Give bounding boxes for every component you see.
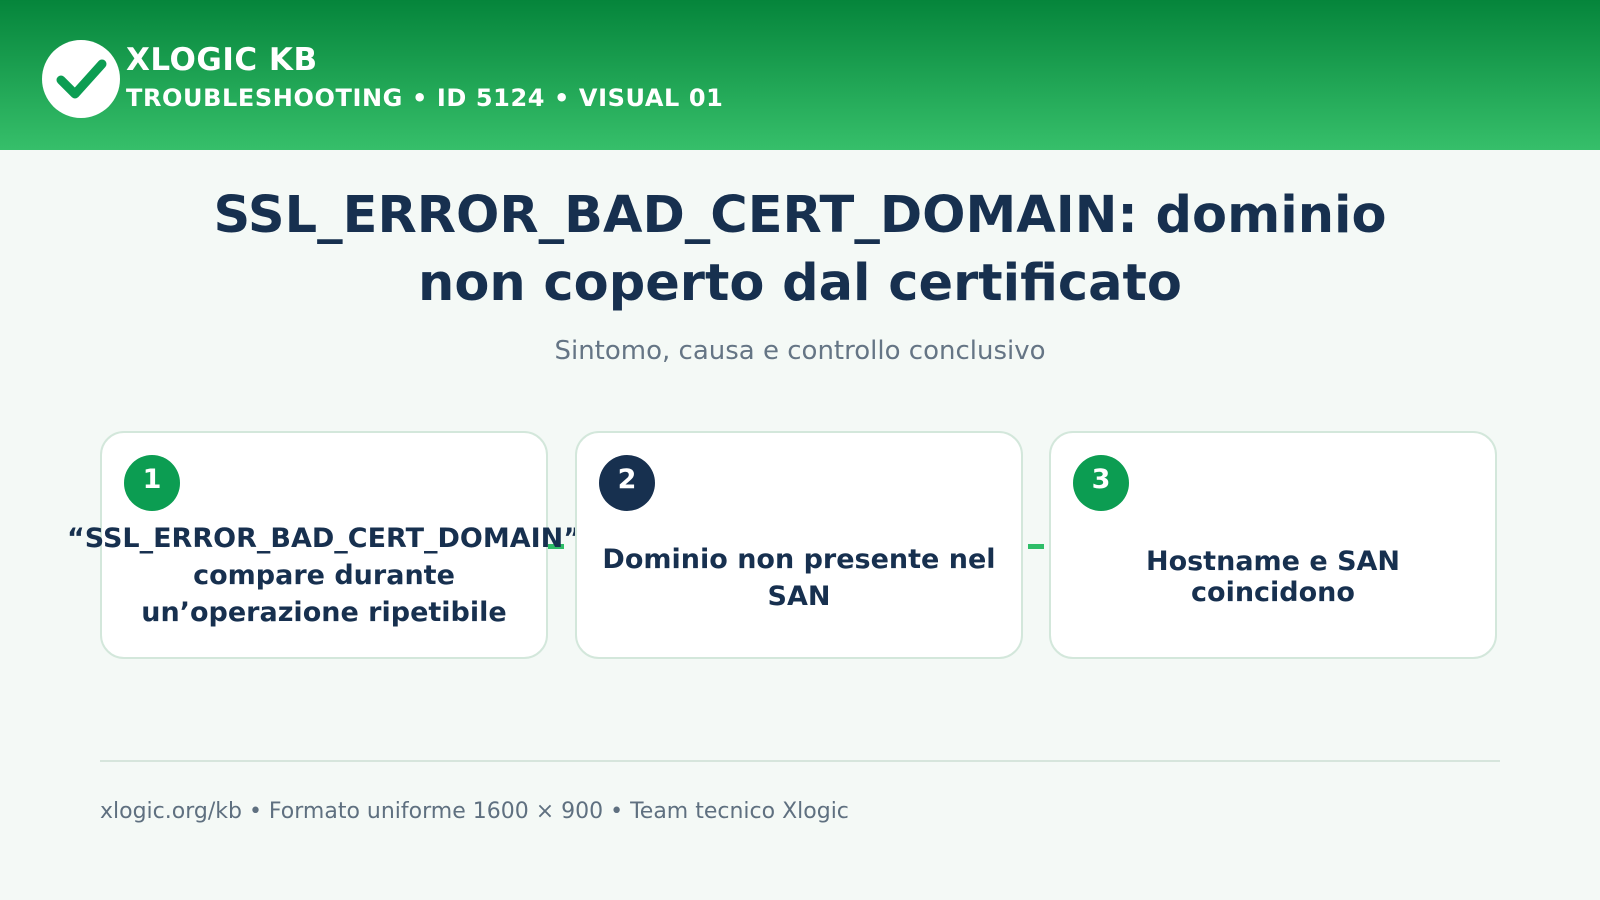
page-title-line-1: SSL_ERROR_BAD_CERT_DOMAIN: dominio: [213, 186, 1387, 245]
step-number-badge: 2: [599, 455, 655, 511]
step-text-line: coincidono: [1191, 577, 1355, 608]
step-number-badge: 3: [1073, 455, 1129, 511]
step-text-line: un’operazione ripetibile: [141, 597, 507, 628]
step-text-line: compare durante: [193, 560, 455, 591]
step-card-text: “SSL_ERROR_BAD_CERT_DOMAIN” compare dura…: [62, 520, 586, 631]
page-subtitle: Sintomo, causa e controllo conclusivo: [554, 336, 1046, 366]
step-text-line: “SSL_ERROR_BAD_CERT_DOMAIN”: [66, 523, 582, 554]
step-card-2: 2 Dominio non presente nel SAN: [575, 431, 1023, 659]
step-number-badge: 1: [124, 455, 180, 511]
step-text-line: SAN: [767, 581, 831, 612]
brand-subtitle: TROUBLESHOOTING • ID 5124 • VISUAL 01: [126, 84, 724, 112]
step-text-line: Dominio non presente nel: [602, 544, 996, 575]
page-title: SSL_ERROR_BAD_CERT_DOMAIN: dominio non c…: [100, 182, 1500, 318]
step-card-text: Hostname e SAN coincidono: [1011, 546, 1535, 608]
footer-text: xlogic.org/kb • Formato uniforme 1600 × …: [100, 799, 849, 824]
step-text-line: Hostname e SAN: [1145, 546, 1401, 577]
logo-badge: [42, 40, 120, 118]
step-card-1: 1 “SSL_ERROR_BAD_CERT_DOMAIN” compare du…: [67, 431, 581, 659]
page-title-line-2: non coperto dal certificato: [418, 254, 1182, 313]
header-banner: XLOGIC KB TROUBLESHOOTING • ID 5124 • VI…: [0, 0, 1600, 150]
brand-name: XLOGIC KB: [126, 42, 318, 78]
footer-divider: [100, 760, 1500, 762]
step-card-3: 3 Hostname e SAN coincidono: [1049, 431, 1497, 659]
step-card-text: Dominio non presente nel SAN: [537, 541, 1061, 615]
check-icon: [56, 59, 107, 99]
